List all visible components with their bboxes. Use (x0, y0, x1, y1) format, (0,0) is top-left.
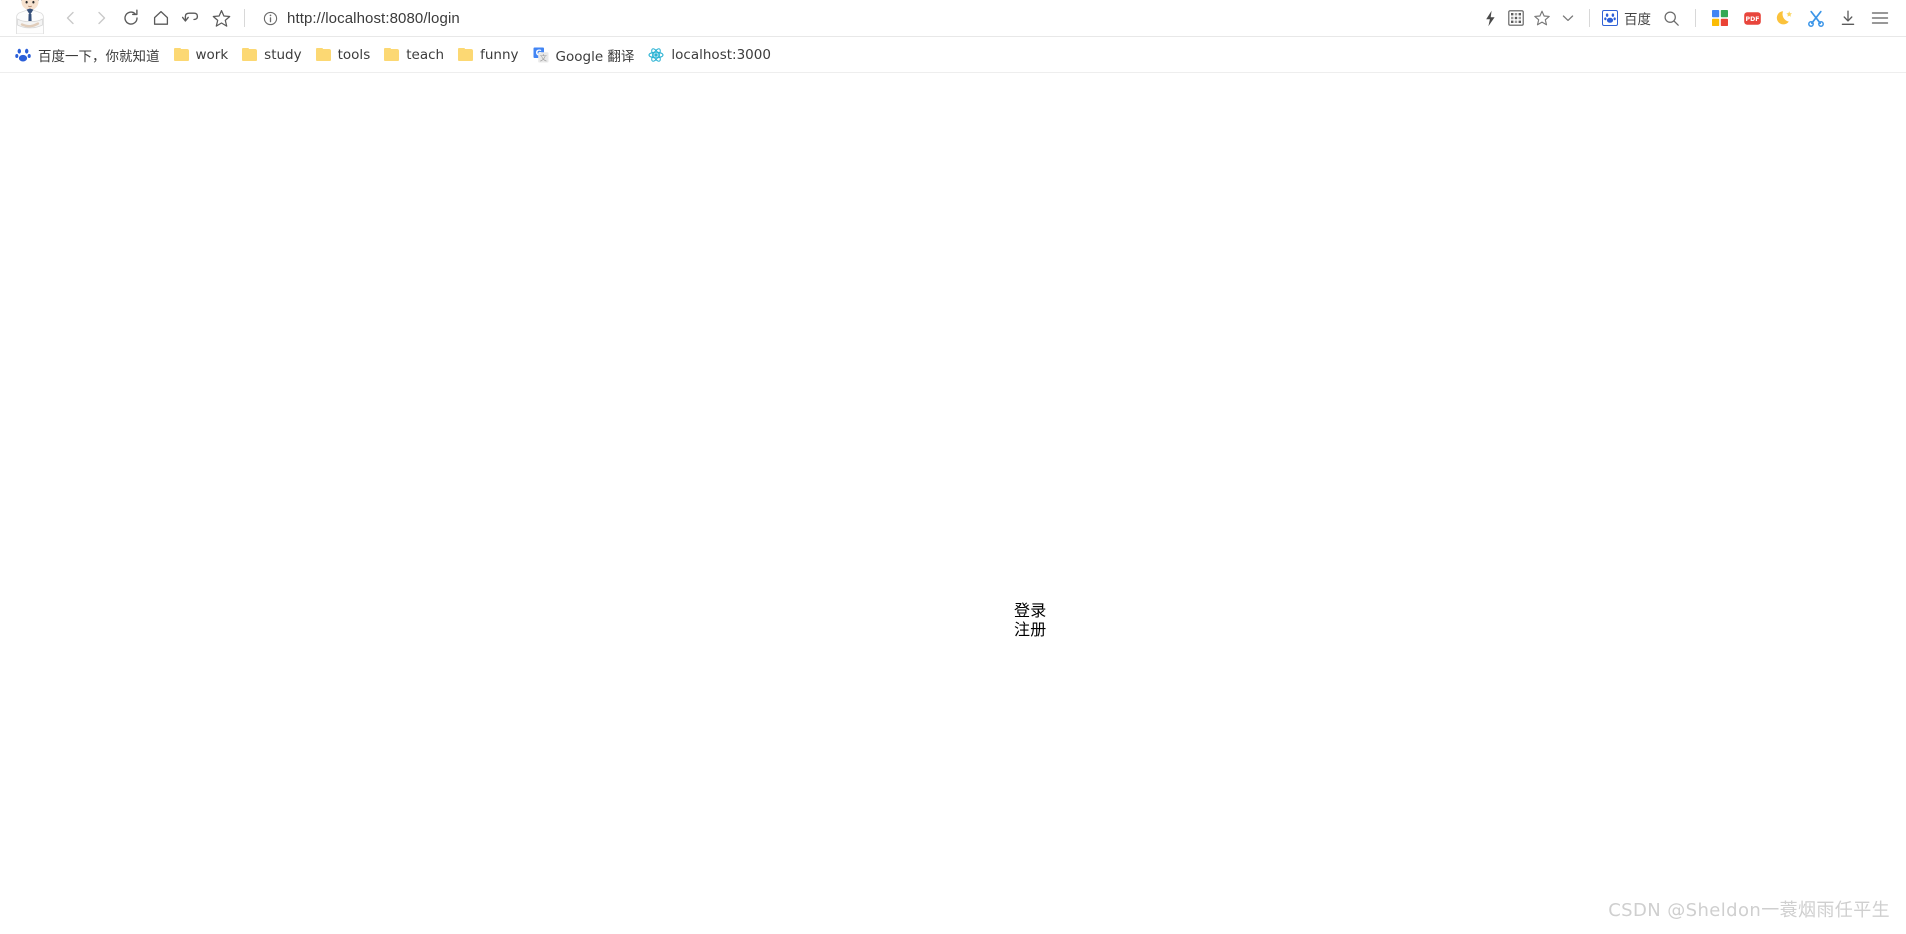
browser-toolbar: http://localhost:8080/login 百度 PDF (0, 0, 1906, 37)
bookmark-funny[interactable]: funny (451, 43, 525, 67)
apps-grid-icon[interactable] (1707, 5, 1733, 31)
baidu-paw-icon (1602, 10, 1618, 26)
star-icon[interactable] (1529, 5, 1555, 31)
forward-button[interactable] (86, 3, 116, 33)
baidu-paw-icon (15, 47, 31, 63)
back-button[interactable] (56, 3, 86, 33)
page-viewport: 登录 注册 CSDN @Sheldon一蓑烟雨任平生 (0, 74, 1906, 934)
svg-text:文: 文 (539, 53, 546, 62)
reload-button[interactable] (116, 3, 146, 33)
bookmark-label: study (264, 46, 302, 63)
bookmark-google-translate[interactable]: G 文 Google 翻译 (526, 43, 642, 67)
favorites-star-icon[interactable] (206, 3, 236, 33)
toolbar-extensions: PDF (1655, 5, 1906, 31)
bookmark-work[interactable]: work (167, 43, 236, 67)
extensions-divider (1695, 9, 1696, 27)
bookmark-label: 百度一下，你就知道 (38, 48, 160, 65)
search-engine-selector[interactable]: 百度 (1598, 6, 1655, 30)
folder-icon (173, 48, 189, 61)
folder-icon (242, 48, 258, 61)
svg-text:PDF: PDF (1745, 15, 1759, 22)
folder-icon (384, 48, 400, 61)
folder-icon (458, 48, 474, 61)
react-logo-icon (648, 46, 665, 63)
bookmark-study[interactable]: study (235, 43, 308, 67)
night-mode-icon[interactable] (1771, 5, 1797, 31)
address-bar[interactable]: http://localhost:8080/login (263, 3, 1473, 33)
browser-chrome: http://localhost:8080/login 百度 PDF 百度一下，… (0, 0, 1906, 73)
history-back-button[interactable] (176, 3, 206, 33)
url-text[interactable]: http://localhost:8080/login (287, 10, 460, 27)
bookmark-tools[interactable]: tools (309, 43, 378, 67)
bookmark-label: Google 翻译 (555, 48, 635, 65)
bookmark-teach[interactable]: teach (377, 43, 451, 67)
bookmark-label: funny (480, 46, 519, 63)
search-engine-label: 百度 (1624, 12, 1651, 28)
toolbar-divider (244, 9, 245, 27)
download-icon[interactable] (1835, 5, 1861, 31)
qrcode-icon[interactable] (1503, 5, 1529, 31)
csdn-watermark: CSDN @Sheldon一蓑烟雨任平生 (1608, 900, 1890, 921)
bookmark-localhost-3000[interactable]: localhost:3000 (641, 43, 778, 67)
search-icon[interactable] (1658, 5, 1684, 31)
bookmarks-bar: 百度一下，你就知道 work study tools teach funny 文… (0, 37, 1906, 73)
folder-icon (315, 48, 331, 61)
chevron-down-icon[interactable] (1555, 5, 1581, 31)
profile-avatar[interactable] (13, 0, 47, 34)
bookmark-label: teach (406, 46, 445, 63)
home-button[interactable] (146, 3, 176, 33)
menu-icon[interactable] (1867, 5, 1893, 31)
scissors-icon[interactable] (1803, 5, 1829, 31)
search-engine-divider (1589, 9, 1590, 27)
login-link[interactable]: 登录 (1014, 601, 1047, 621)
google-translate-icon: G 文 (533, 47, 549, 63)
bookmark-label: tools (337, 46, 371, 63)
bookmark-label: work (195, 46, 229, 63)
bookmark-label: localhost:3000 (671, 46, 771, 63)
auth-links: 登录 注册 (1014, 601, 1047, 640)
pdf-icon[interactable]: PDF (1739, 5, 1765, 31)
bookmark-baidu[interactable]: 百度一下，你就知道 (8, 43, 167, 67)
register-link[interactable]: 注册 (1014, 620, 1047, 640)
lightning-icon[interactable] (1477, 5, 1503, 31)
info-circle-icon[interactable] (263, 11, 278, 26)
